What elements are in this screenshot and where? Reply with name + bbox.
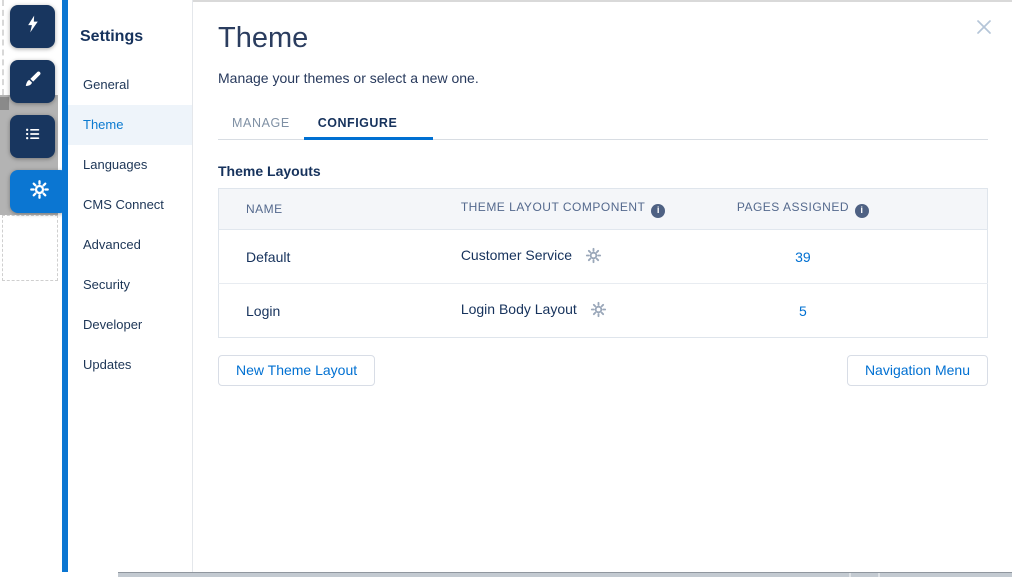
theme-layouts-table: NAME THEME LAYOUT COMPONENT i PAGES ASSIG… (218, 188, 988, 338)
table-row: Login Login Body Layout 5 (218, 282, 988, 337)
table-header-row: NAME THEME LAYOUT COMPONENT i PAGES ASSIG… (218, 188, 988, 230)
cell-component: Login Body Layout (433, 282, 688, 337)
cell-pages-assigned: 5 (687, 282, 919, 337)
settings-sidebar: Settings General Theme Languages CMS Con… (68, 0, 193, 572)
column-header-label: NAME (246, 201, 283, 216)
settings-gear-icon[interactable] (586, 301, 607, 321)
theme-brush-button[interactable] (10, 60, 55, 103)
gear-icon (29, 179, 50, 205)
sidebar-item-developer[interactable]: Developer (68, 305, 192, 345)
settings-button-active[interactable] (10, 170, 68, 213)
list-icon (23, 124, 43, 149)
new-theme-layout-button[interactable]: New Theme Layout (218, 354, 376, 386)
sidebar-item-cms-connect[interactable]: CMS Connect (68, 185, 192, 225)
page-subtitle: Manage your themes or select a new one. (218, 70, 479, 86)
info-icon[interactable]: i (855, 203, 869, 218)
column-header-label: THEME LAYOUT COMPONENT (460, 200, 646, 214)
sidebar-item-theme[interactable]: Theme (68, 105, 192, 145)
tab-bar: MANAGE CONFIGURE (218, 107, 988, 140)
page-behind-bottom-strip (0, 572, 1012, 577)
section-title: Theme Layouts (218, 163, 321, 179)
brush-icon (23, 69, 43, 94)
column-header-label: PAGES ASSIGNED (736, 200, 849, 214)
sidebar-item-languages[interactable]: Languages (68, 145, 192, 185)
sidebar-item-advanced[interactable]: Advanced (68, 225, 192, 265)
settings-gear-icon[interactable] (581, 247, 602, 267)
sidebar-item-updates[interactable]: Updates (68, 345, 192, 385)
bottom-strip-separator (878, 573, 880, 577)
tab-configure[interactable]: CONFIGURE (303, 107, 434, 140)
cell-spacer (918, 282, 988, 337)
page-behind-dashed-region (2, 215, 58, 281)
page-behind-gray-accent (0, 97, 9, 110)
info-icon[interactable]: i (651, 203, 666, 218)
page-dashed-edge (2, 0, 4, 95)
cell-spacer (918, 228, 988, 283)
column-header-spacer (918, 188, 988, 230)
bottom-strip-separator (849, 573, 851, 577)
settings-nav: General Theme Languages CMS Connect Adva… (68, 65, 192, 385)
sidebar-item-general[interactable]: General (68, 65, 192, 105)
column-header-component: THEME LAYOUT COMPONENT i (433, 188, 688, 230)
builder-toolbar (0, 0, 68, 577)
column-header-pages: PAGES ASSIGNED i (687, 188, 919, 230)
navigation-menu-button[interactable]: Navigation Menu (846, 354, 988, 386)
column-header-name: NAME (218, 188, 434, 230)
quick-actions-button[interactable] (10, 5, 55, 48)
pages-list-button[interactable] (10, 115, 55, 158)
pages-assigned-link[interactable]: 5 (799, 303, 807, 319)
tab-manage[interactable]: MANAGE (218, 107, 304, 139)
cell-name: Login (218, 282, 434, 337)
lightning-icon (23, 14, 43, 39)
pages-assigned-link[interactable]: 39 (795, 249, 811, 265)
close-icon[interactable] (976, 19, 992, 35)
table-row: Default Customer Service 39 (218, 228, 988, 283)
sidebar-item-security[interactable]: Security (68, 265, 192, 305)
cell-name: Default (218, 228, 434, 283)
component-label: Login Body Layout (460, 300, 577, 317)
sidebar-title: Settings (80, 28, 144, 45)
cell-pages-assigned: 39 (687, 228, 919, 283)
theme-settings-panel: Theme Manage your themes or select a new… (193, 0, 1012, 572)
page-title: Theme (218, 22, 309, 54)
component-label: Customer Service (460, 246, 573, 263)
cell-component: Customer Service (433, 228, 688, 283)
actions-row: New Theme Layout Navigation Menu (218, 354, 988, 386)
